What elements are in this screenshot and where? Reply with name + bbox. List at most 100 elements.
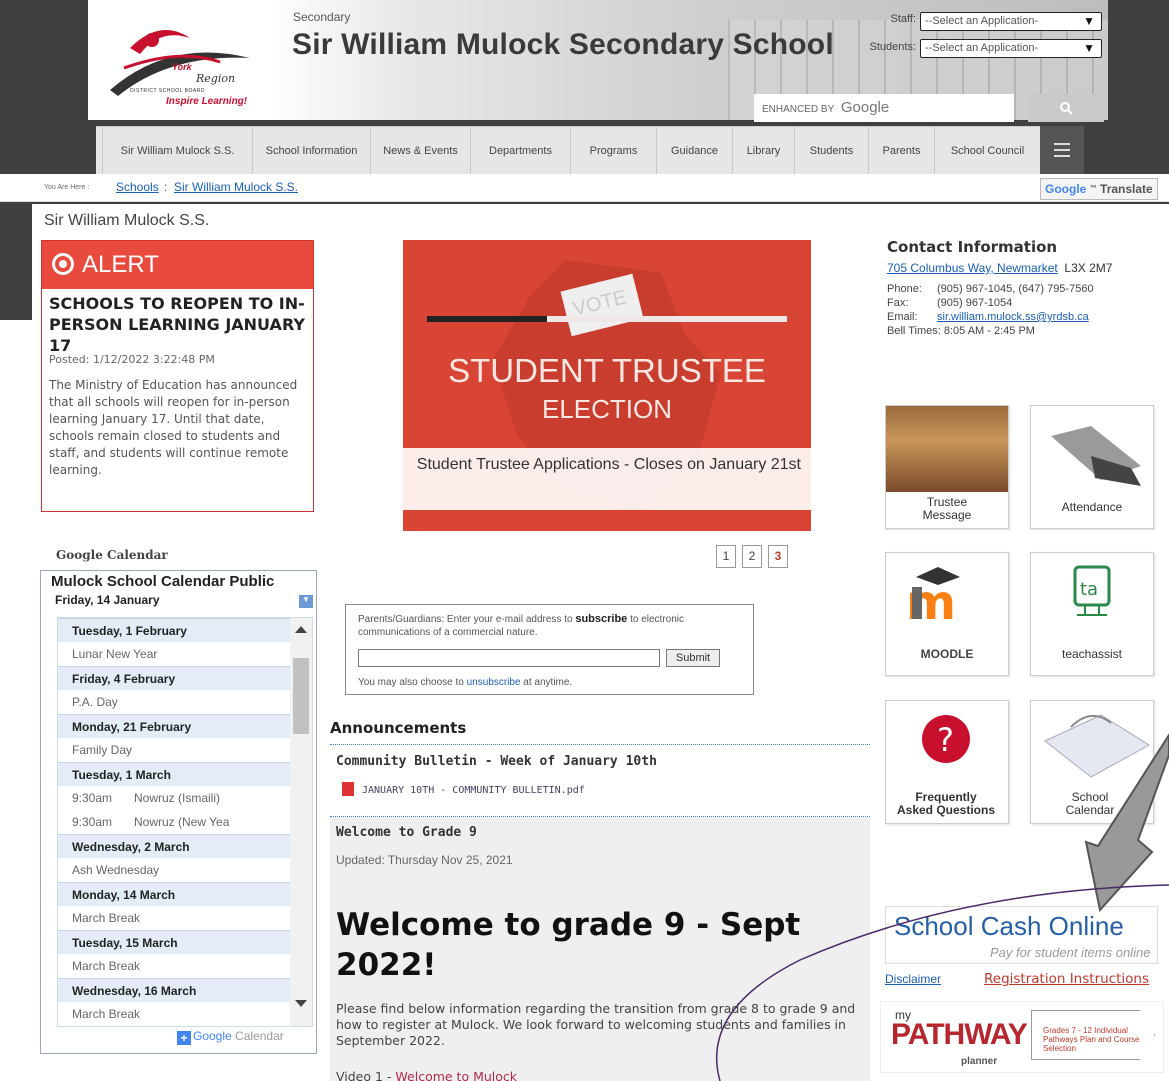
- submit-button[interactable]: Submit: [666, 649, 720, 667]
- pager-button-3[interactable]: 3: [768, 545, 788, 568]
- breadcrumb-current[interactable]: Sir William Mulock S.S.: [174, 180, 298, 194]
- calendar-event[interactable]: 9:30am Nowruz (Ismaili): [58, 786, 312, 810]
- nav-item-programs[interactable]: Programs: [570, 127, 656, 175]
- calendar-event[interactable]: P.A. Day: [58, 690, 312, 714]
- calendar-event[interactable]: 9:30am Nowruz (New Yea: [58, 810, 312, 834]
- pager-button-2[interactable]: 2: [742, 545, 762, 568]
- search-button[interactable]: [1028, 94, 1104, 122]
- breadcrumb-label: You Are Here :: [44, 184, 90, 191]
- tile-trustee-message[interactable]: Trustee Message: [885, 405, 1009, 529]
- logo-board: DISTRICT SCHOOL BOARD: [130, 88, 205, 94]
- calendar-day-header: Tuesday, 15 March: [58, 930, 312, 954]
- day-label: Tuesday, 1 February: [72, 624, 187, 638]
- scroll-up-icon[interactable]: [295, 626, 307, 633]
- calendar-event[interactable]: Family Day: [58, 738, 312, 762]
- hamburger-icon[interactable]: [1040, 126, 1084, 174]
- subscribe-text-before: Parents/Guardians: Enter your e-mail add…: [358, 614, 576, 625]
- tile-moodle[interactable]: m MOODLE: [885, 552, 1009, 676]
- site-search-input[interactable]: ENHANCED BY Google: [754, 94, 1014, 122]
- logo-tagline: Inspire Learning!: [166, 96, 248, 107]
- event-title: Ash Wednesday: [72, 863, 160, 877]
- students-app-select[interactable]: --Select an Application- ▼: [920, 39, 1102, 58]
- teachassist-logo-icon: ta: [1031, 553, 1153, 639]
- contact-address: 705 Columbus Way, Newmarket L3X 2M7: [887, 261, 1112, 275]
- google-calendar-badge[interactable]: + Google Calendar: [177, 1029, 309, 1049]
- school-name-title: Sir William Mulock Secondary School: [292, 28, 834, 61]
- contact-heading: Contact Information: [887, 238, 1058, 256]
- google-brand: Google: [840, 99, 890, 116]
- banner-title: STUDENT TRUSTEE: [448, 352, 766, 389]
- scroll-thumb[interactable]: [293, 658, 309, 734]
- event-title: Lunar New Year: [72, 647, 158, 661]
- badge-google: Google: [193, 1029, 232, 1043]
- nav-item-parents[interactable]: Parents: [868, 127, 934, 175]
- google-calendar-label: Google Calendar: [56, 548, 168, 562]
- tm-mark: ™: [1089, 185, 1097, 192]
- chevron-down-icon: ▼: [302, 595, 310, 604]
- tile-teachassist[interactable]: ta teachassist: [1030, 552, 1154, 676]
- nav-item-guidance[interactable]: Guidance: [656, 127, 732, 175]
- event-title: March Break: [72, 1007, 141, 1021]
- scroll-down-icon[interactable]: [295, 1000, 307, 1007]
- nav-item-library[interactable]: Library: [732, 127, 794, 175]
- alert-header: ALERT: [42, 241, 313, 289]
- video-prefix: Video 1 -: [336, 1069, 396, 1081]
- announcements-heading: Announcements: [330, 719, 467, 737]
- breadcrumb-separator: :: [164, 180, 168, 194]
- feature-banner[interactable]: VOTE STUDENT TRUSTEE ELECTION Student Tr…: [403, 240, 811, 531]
- nav-item-departments[interactable]: Departments: [470, 127, 570, 175]
- nav-item-home[interactable]: Sir William Mulock S.S.: [102, 127, 252, 175]
- staff-app-select[interactable]: --Select an Application- ▼: [920, 12, 1102, 31]
- nav-item-school-council[interactable]: School Council: [934, 127, 1040, 175]
- desk-calendar-icon: [1031, 701, 1153, 787]
- announcement-item: Community Bulletin - Week of January 10t…: [330, 746, 870, 816]
- email-field[interactable]: [358, 649, 660, 667]
- tile-faq[interactable]: ? Frequently Asked Questions: [885, 700, 1009, 824]
- calendar-event[interactable]: March Break: [58, 1002, 312, 1026]
- calendar-day-header: Monday, 21 February: [58, 714, 312, 738]
- alert-icon: [52, 253, 74, 275]
- calendar-day-header: Friday, 4 February: [58, 666, 312, 690]
- nav-item-students[interactable]: Students: [794, 127, 868, 175]
- email-link[interactable]: sir.william.mulock.ss@yrdsb.ca: [937, 311, 1089, 323]
- alert-title[interactable]: SCHOOLS TO REOPEN TO IN-PERSON LEARNING …: [49, 293, 309, 356]
- alert-heading: ALERT: [82, 251, 159, 278]
- google-translate-button[interactable]: Google ™ Translate: [1040, 178, 1158, 200]
- pathway-description: Grades 7 - 12 Individual Pathways Plan a…: [1043, 1026, 1140, 1053]
- nav-item-school-information[interactable]: School Information: [252, 127, 370, 175]
- tile-attendance[interactable]: Attendance: [1030, 405, 1154, 529]
- calendar-dropdown-button[interactable]: ▼: [299, 595, 313, 608]
- banner-subtitle: ELECTION: [541, 394, 673, 424]
- nav-item-news-events[interactable]: News & Events: [370, 127, 470, 175]
- address-link[interactable]: 705 Columbus Way, Newmarket: [887, 261, 1058, 275]
- video-link[interactable]: Welcome to Mulock: [395, 1069, 517, 1081]
- announcement-updated: Updated: Thursday Nov 25, 2021: [336, 853, 513, 867]
- school-cash-tagline: Pay for student items online: [990, 945, 1151, 960]
- calendar-scrollbar[interactable]: [290, 618, 312, 1026]
- students-label: Students:: [869, 41, 916, 53]
- myblueprint-pathway-banner[interactable]: my PATHWAY planner Grades 7 - 12 Individ…: [880, 1001, 1164, 1073]
- tile-school-calendar[interactable]: School Calendar: [1030, 700, 1154, 824]
- pager-button-1[interactable]: 1: [716, 545, 736, 568]
- pdf-filename: JANUARY 10TH - COMMUNITY BULLETIN.pdf: [362, 785, 585, 796]
- calendar-event[interactable]: Ash Wednesday: [58, 858, 312, 882]
- secondary-label: Secondary: [293, 10, 351, 24]
- svg-text:ta: ta: [1080, 579, 1098, 600]
- boardroom-image: [886, 406, 1008, 492]
- registration-instructions-link[interactable]: Registration Instructions: [984, 971, 1149, 987]
- announcement-title[interactable]: Community Bulletin - Week of January 10t…: [336, 754, 657, 769]
- calendar-agenda-list[interactable]: Tuesday, 1 February Lunar New Year Friday,…: [57, 617, 313, 1027]
- translate-label: Translate: [1100, 182, 1153, 196]
- unsubscribe-link[interactable]: unsubscribe: [467, 677, 521, 688]
- school-cash-online-banner[interactable]: School Cash Online Pay for student items…: [885, 906, 1158, 964]
- calendar-event[interactable]: March Break: [58, 954, 312, 978]
- announcement-title[interactable]: Welcome to Grade 9: [336, 825, 477, 840]
- calendar-event[interactable]: Lunar New Year: [58, 642, 312, 666]
- pdf-attachment-link[interactable]: JANUARY 10TH - COMMUNITY BULLETIN.pdf: [342, 782, 585, 796]
- calendar-event[interactable]: March Break: [58, 906, 312, 930]
- tile-label: Attendance: [1061, 500, 1123, 514]
- logo-york: York: [172, 62, 192, 72]
- disclaimer-link[interactable]: Disclaimer: [885, 972, 941, 986]
- breadcrumb-schools[interactable]: Schools: [116, 180, 159, 194]
- york-region-logo[interactable]: York Region DISTRICT SCHOOL BOARD Inspir…: [100, 18, 260, 118]
